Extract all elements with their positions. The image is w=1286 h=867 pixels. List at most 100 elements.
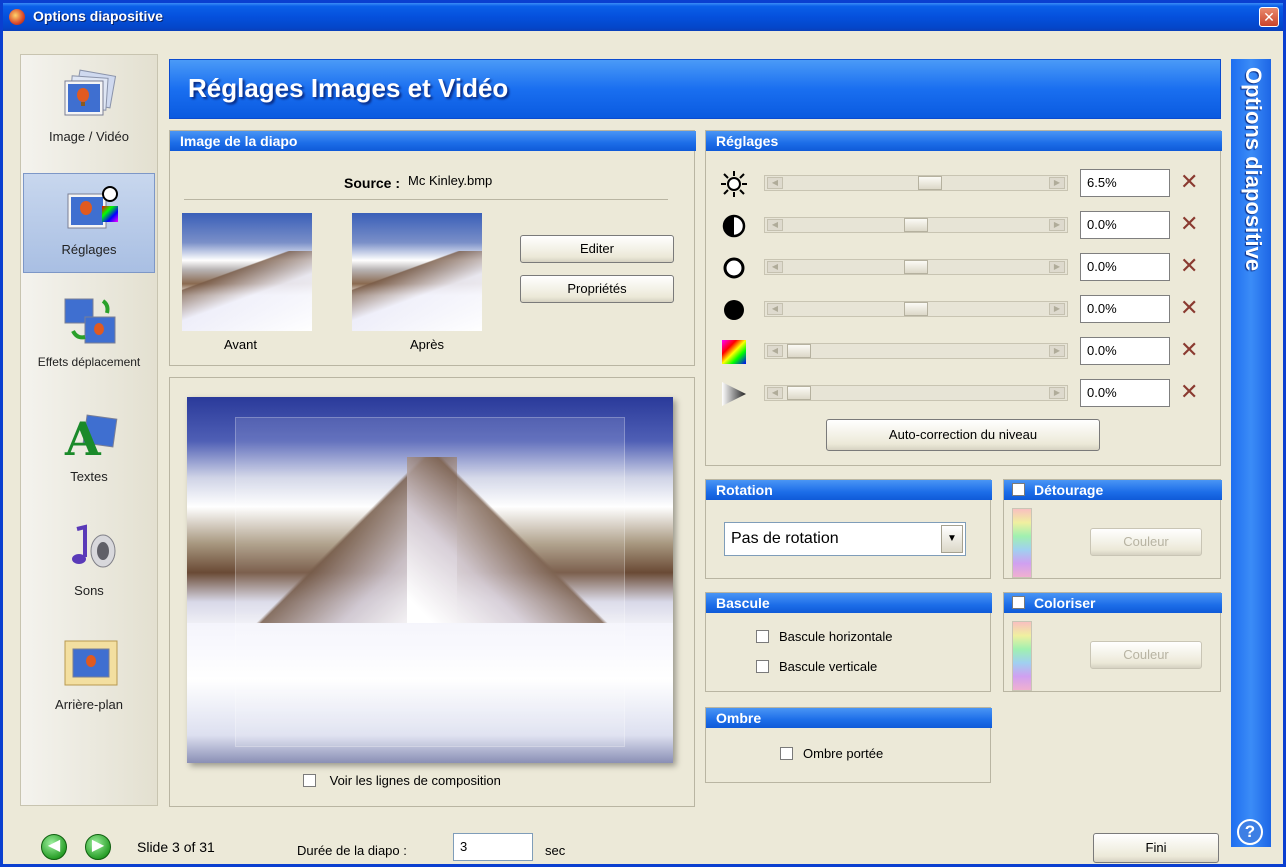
white-level-value[interactable]: 0.0% [1080,253,1170,281]
slider-thumb[interactable] [904,260,928,274]
rotation-panel: Rotation Pas de rotation ▼ [705,479,992,579]
flip-vertical-checkbox[interactable]: Bascule verticale [756,659,877,674]
sidebar: Image / Vidéo Réglages Effets déplacemen… [20,54,158,806]
sharpness-value[interactable]: 0.0% [1080,379,1170,407]
vertical-banner: Options diapositive ? [1231,59,1271,847]
reset-icon[interactable]: ✕ [1180,213,1200,235]
sidebar-item-label: Effets déplacement [37,355,141,369]
detourage-heading: Détourage [1004,480,1222,500]
sidebar-item-reglages[interactable]: Réglages [23,173,155,273]
svg-text:A: A [64,412,102,461]
contrast-slider-row: ◀ ▶ 0.0% ✕ [720,209,1204,243]
slider-thumb[interactable] [787,344,811,358]
motion-icon [64,298,116,344]
color-slider-row: ◀ ▶ 0.0% ✕ [720,335,1204,369]
contrast-slider[interactable]: ◀ ▶ [764,217,1068,233]
contrast-value[interactable]: 0.0% [1080,211,1170,239]
duration-input[interactable]: 3 [453,833,533,861]
checkbox-box[interactable] [756,660,769,673]
color-icon [722,340,746,364]
coloriser-checkbox[interactable] [1012,596,1025,609]
sidebar-item-textes[interactable]: A Textes [21,401,157,501]
slider-right-arrow[interactable]: ▶ [1049,219,1065,231]
coloriser-heading: Coloriser [1004,593,1222,613]
chevron-down-icon[interactable]: ▼ [941,525,963,553]
slider-right-arrow[interactable]: ▶ [1049,261,1065,273]
drop-shadow-checkbox[interactable]: Ombre portée [780,746,883,761]
white-level-slider-row: ◀ ▶ 0.0% ✕ [720,251,1204,285]
previous-slide-button[interactable]: ◀ [41,834,67,860]
slider-left-arrow[interactable]: ◀ [767,219,783,231]
composition-lines-label: Voir les lignes de composition [329,773,501,788]
slider-left-arrow[interactable]: ◀ [767,303,783,315]
edit-button[interactable]: Editer [520,235,674,263]
auto-level-button[interactable]: Auto-correction du niveau [826,419,1100,451]
source-label: Source : [344,175,401,191]
slider-left-arrow[interactable]: ◀ [767,261,783,273]
sidebar-item-arriere-plan[interactable]: Arrière-plan [21,629,157,729]
adjust-icon [67,186,118,229]
brightness-slider[interactable]: ◀ ▶ [764,175,1068,191]
sharpness-slider-row: ◀ ▶ 0.0% ✕ [720,377,1204,411]
slider-thumb[interactable] [904,218,928,232]
page-title: Réglages Images et Vidéo [188,73,509,103]
help-button[interactable]: ? [1237,819,1263,845]
color-slider[interactable]: ◀ ▶ [764,343,1068,359]
sidebar-item-effets[interactable]: Effets déplacement [21,287,157,387]
sidebar-item-label: Réglages [61,242,117,257]
slider-left-arrow[interactable]: ◀ [767,387,783,399]
sidebar-item-sons[interactable]: Sons [21,515,157,615]
reset-icon[interactable]: ✕ [1180,339,1200,361]
slider-thumb[interactable] [904,302,928,316]
next-slide-button[interactable]: ▶ [85,834,111,860]
image-panel: Image de la diapo Source : Mc Kinley.bmp… [169,130,696,366]
finish-button[interactable]: Fini [1093,833,1219,863]
composition-lines-checkbox[interactable]: Voir les lignes de composition [303,773,501,788]
properties-button[interactable]: Propriétés [520,275,674,303]
slider-thumb[interactable] [787,386,811,400]
sharpness-slider[interactable]: ◀ ▶ [764,385,1068,401]
app-icon [9,9,25,25]
slider-left-arrow[interactable]: ◀ [767,177,783,189]
coloriser-panel: Coloriser Couleur [1003,592,1222,692]
reset-icon[interactable]: ✕ [1180,255,1200,277]
reset-icon[interactable]: ✕ [1180,297,1200,319]
window-title: Options diapositive [33,8,163,24]
rotation-heading: Rotation [706,480,992,500]
black-level-slider[interactable]: ◀ ▶ [764,301,1068,317]
white-level-slider[interactable]: ◀ ▶ [764,259,1068,275]
detourage-label: Détourage [1034,482,1104,498]
black-level-value[interactable]: 0.0% [1080,295,1170,323]
checkbox-box[interactable] [303,774,316,787]
coloriser-color-button[interactable]: Couleur [1090,641,1202,669]
slider-left-arrow[interactable]: ◀ [767,345,783,357]
checkbox-box[interactable] [756,630,769,643]
bascule-panel: Bascule Bascule horizontale Bascule vert… [705,592,992,692]
checkbox-box[interactable] [780,747,793,760]
detourage-checkbox[interactable] [1012,483,1025,496]
sidebar-item-label: Sons [74,583,104,598]
contrast-icon [722,214,746,238]
slider-right-arrow[interactable]: ▶ [1049,345,1065,357]
reset-icon[interactable]: ✕ [1180,171,1200,193]
detourage-color-swatch [1012,508,1032,578]
slider-right-arrow[interactable]: ▶ [1049,303,1065,315]
brightness-slider-row: ◀ ▶ 6.5% ✕ [720,167,1204,201]
slider-right-arrow[interactable]: ▶ [1049,387,1065,399]
detourage-color-button[interactable]: Couleur [1090,528,1202,556]
bascule-heading: Bascule [706,593,992,613]
slider-thumb[interactable] [918,176,943,190]
slide-preview-image[interactable] [187,397,673,763]
page-header: Réglages Images et Vidéo [169,59,1221,119]
slider-right-arrow[interactable]: ▶ [1049,177,1065,189]
reset-icon[interactable]: ✕ [1180,381,1200,403]
close-button[interactable]: ✕ [1259,7,1279,27]
duration-unit: sec [545,843,566,858]
rotation-select[interactable]: Pas de rotation ▼ [724,522,966,556]
flip-horizontal-checkbox[interactable]: Bascule horizontale [756,629,892,644]
sidebar-item-image-video[interactable]: Image / Vidéo [21,61,157,161]
color-value[interactable]: 0.0% [1080,337,1170,365]
brightness-value[interactable]: 6.5% [1080,169,1170,197]
flip-vertical-label: Bascule verticale [779,659,878,674]
text-icon: A [64,412,118,461]
